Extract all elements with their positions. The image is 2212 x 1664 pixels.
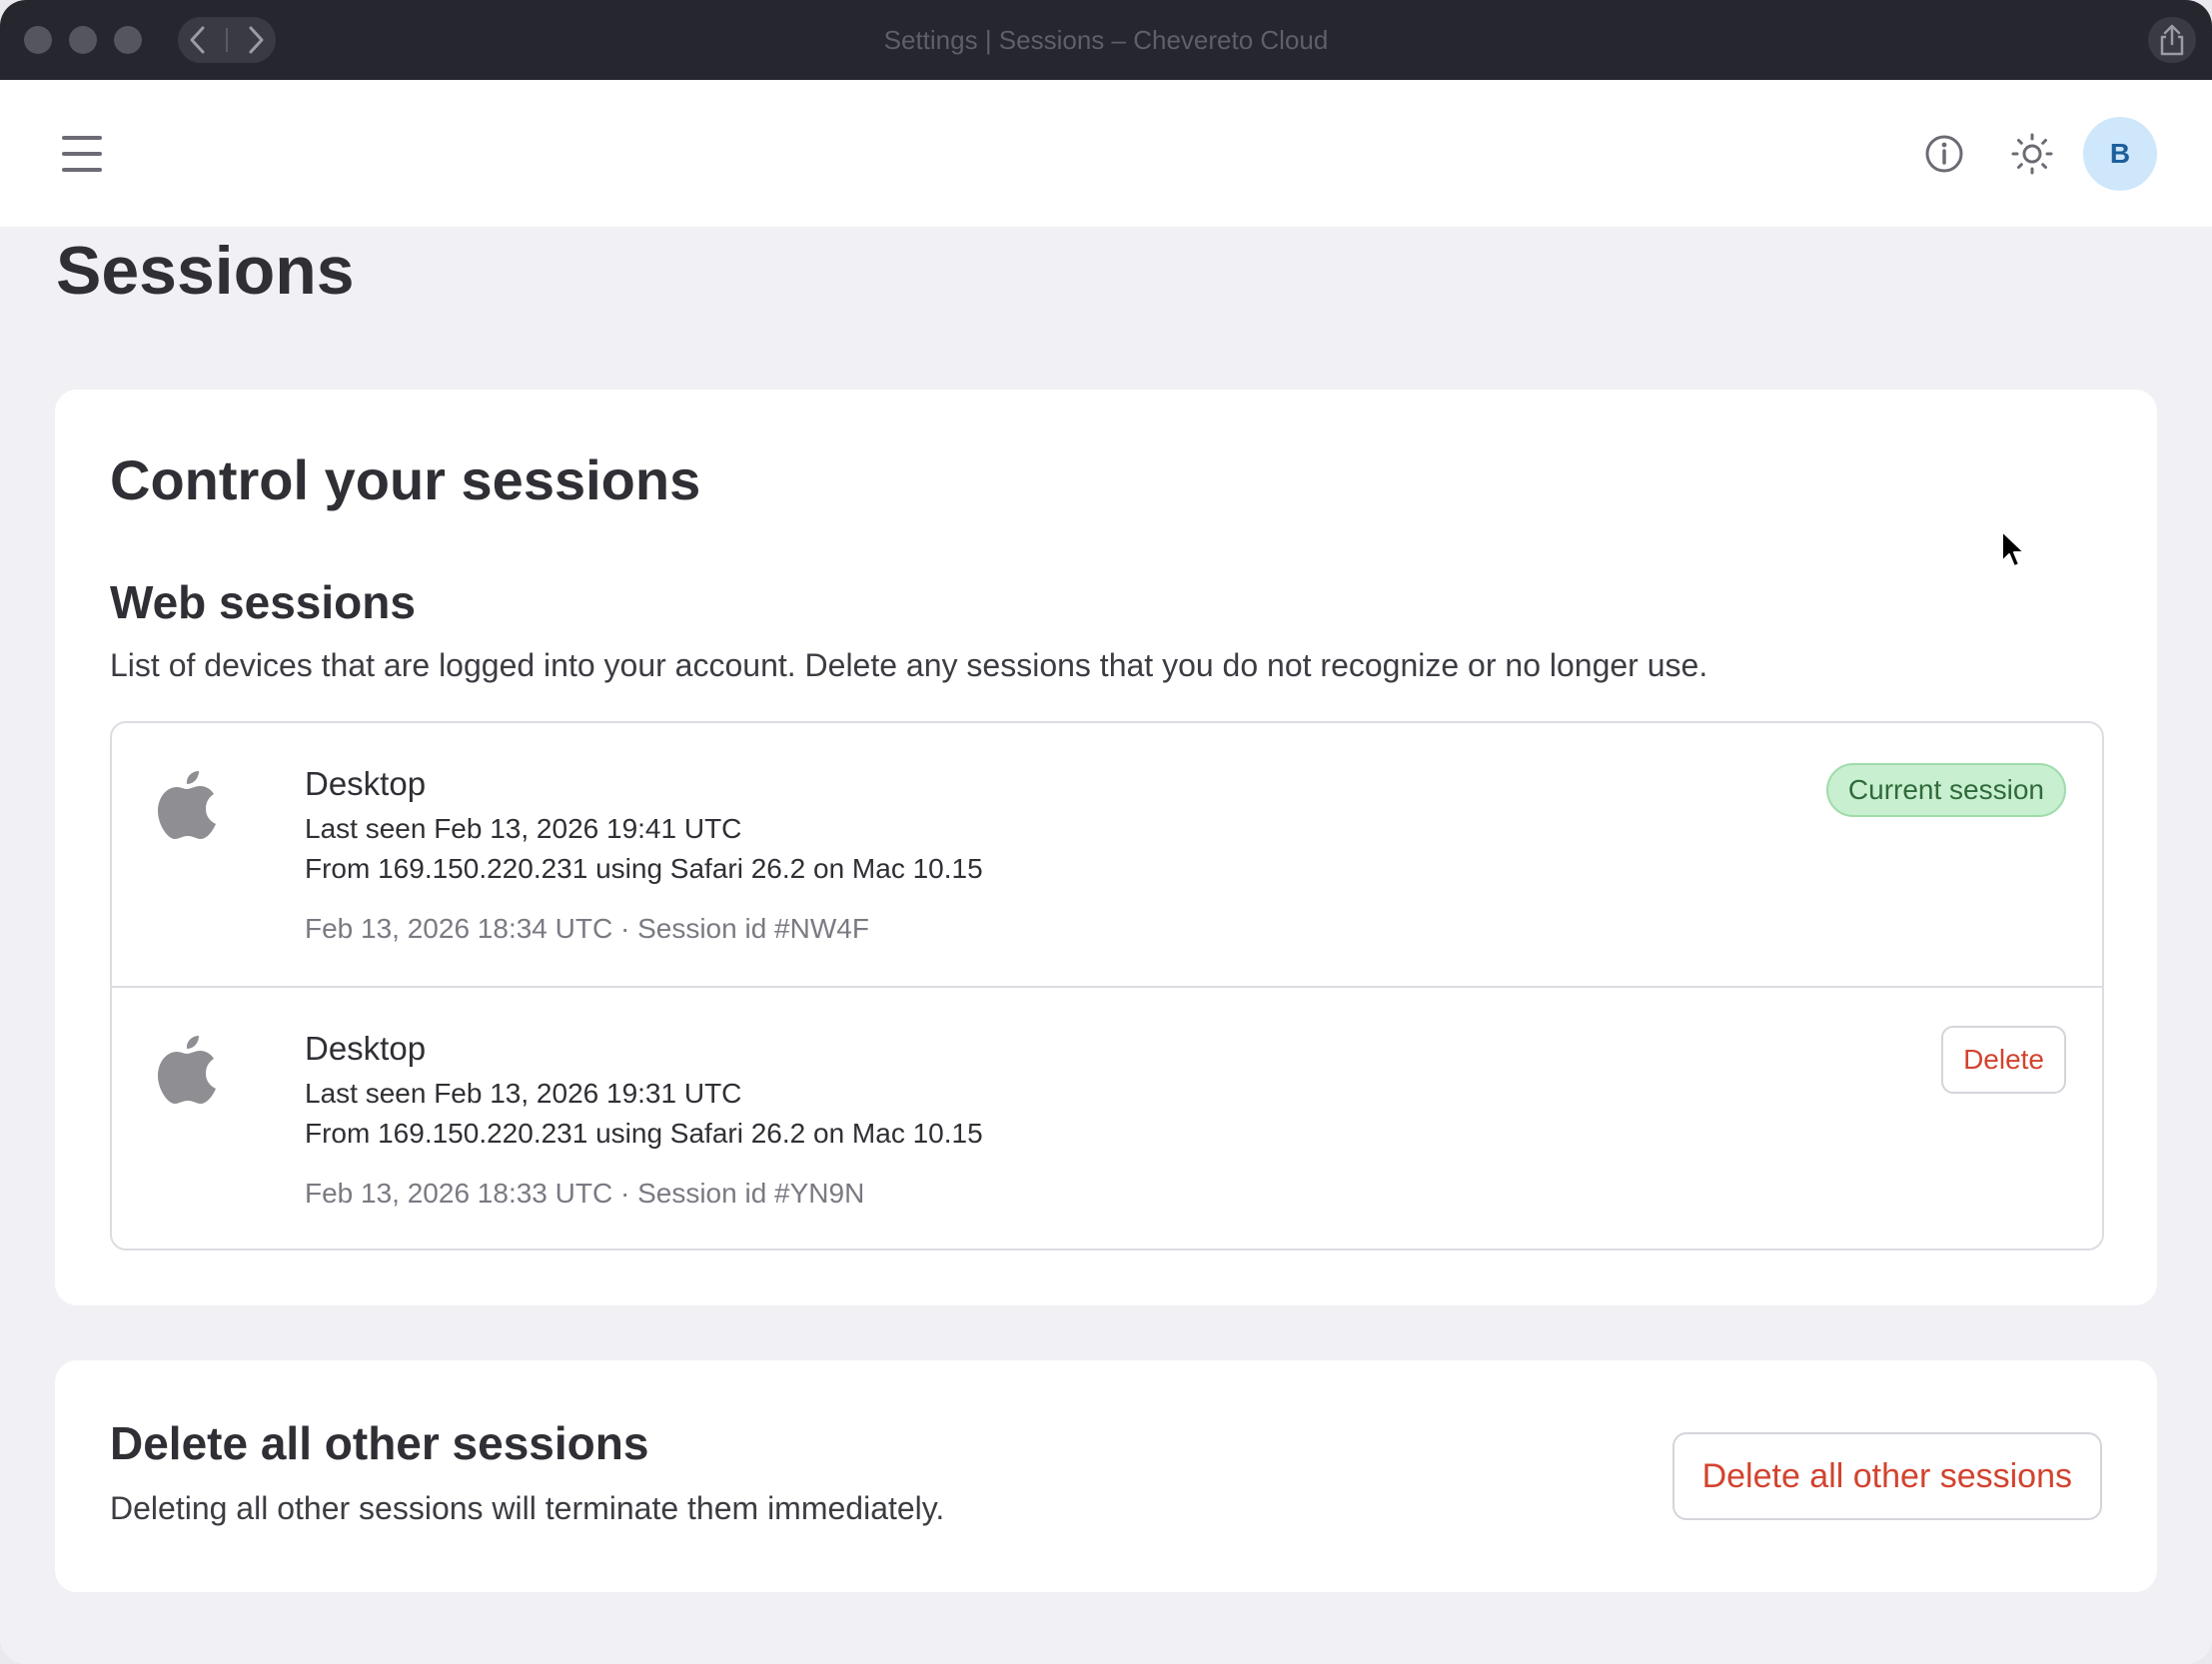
app-header: B <box>0 80 2212 227</box>
section-title: Web sessions <box>110 576 416 628</box>
mouse-cursor-icon <box>2001 530 2025 567</box>
delete-all-title: Delete all other sessions <box>110 1417 649 1469</box>
apple-icon <box>158 771 216 839</box>
share-icon <box>2160 24 2184 56</box>
delete-session-button[interactable]: Delete <box>1941 1026 2066 1094</box>
window-title: Settings | Sessions – Chevereto Cloud <box>883 25 1329 55</box>
session-device: Desktop <box>305 765 427 802</box>
sun-icon[interactable] <box>2010 132 2054 176</box>
current-session-badge: Current session <box>1825 763 2066 817</box>
delete-all-other-sessions-button[interactable]: Delete all other sessions <box>1671 1432 2102 1520</box>
session-meta: Feb 13, 2026 18:34 UTC · Session id #NW4… <box>305 913 869 944</box>
session-item: Desktop Last seen Feb 13, 2026 19:41 UTC… <box>112 723 2102 986</box>
session-meta: Feb 13, 2026 18:33 UTC · Session id #YN9… <box>305 1178 865 1209</box>
session-origin: From 169.150.220.231 using Safari 26.2 o… <box>305 1118 983 1149</box>
delete-all-description: Deleting all other sessions will termina… <box>110 1490 945 1526</box>
delete-all-card: Delete all other sessions Deleting all o… <box>55 1360 2157 1592</box>
share-button[interactable] <box>2148 17 2196 63</box>
section-description: List of devices that are logged into you… <box>110 647 1708 683</box>
page-title: Sessions <box>56 233 355 309</box>
title-bar: Settings | Sessions – Chevereto Cloud <box>0 0 2212 80</box>
session-last-seen: Last seen Feb 13, 2026 19:31 UTC <box>305 1078 742 1109</box>
session-device: Desktop <box>305 1030 427 1067</box>
session-list: Desktop Last seen Feb 13, 2026 19:41 UTC… <box>110 721 2104 1250</box>
apple-icon <box>158 1036 216 1104</box>
card-title: Control your sessions <box>110 448 701 511</box>
avatar[interactable]: B <box>2083 117 2157 191</box>
browser-window: Settings | Sessions – Chevereto Cloud B … <box>0 0 2212 1664</box>
hamburger-icon[interactable] <box>62 136 102 172</box>
session-last-seen: Last seen Feb 13, 2026 19:41 UTC <box>305 813 742 844</box>
sessions-card: Control your sessions Web sessions List … <box>55 390 2157 1305</box>
session-origin: From 169.150.220.231 using Safari 26.2 o… <box>305 853 983 884</box>
session-item: Desktop Last seen Feb 13, 2026 19:31 UTC… <box>112 986 2102 1248</box>
info-icon[interactable] <box>1922 132 1966 176</box>
